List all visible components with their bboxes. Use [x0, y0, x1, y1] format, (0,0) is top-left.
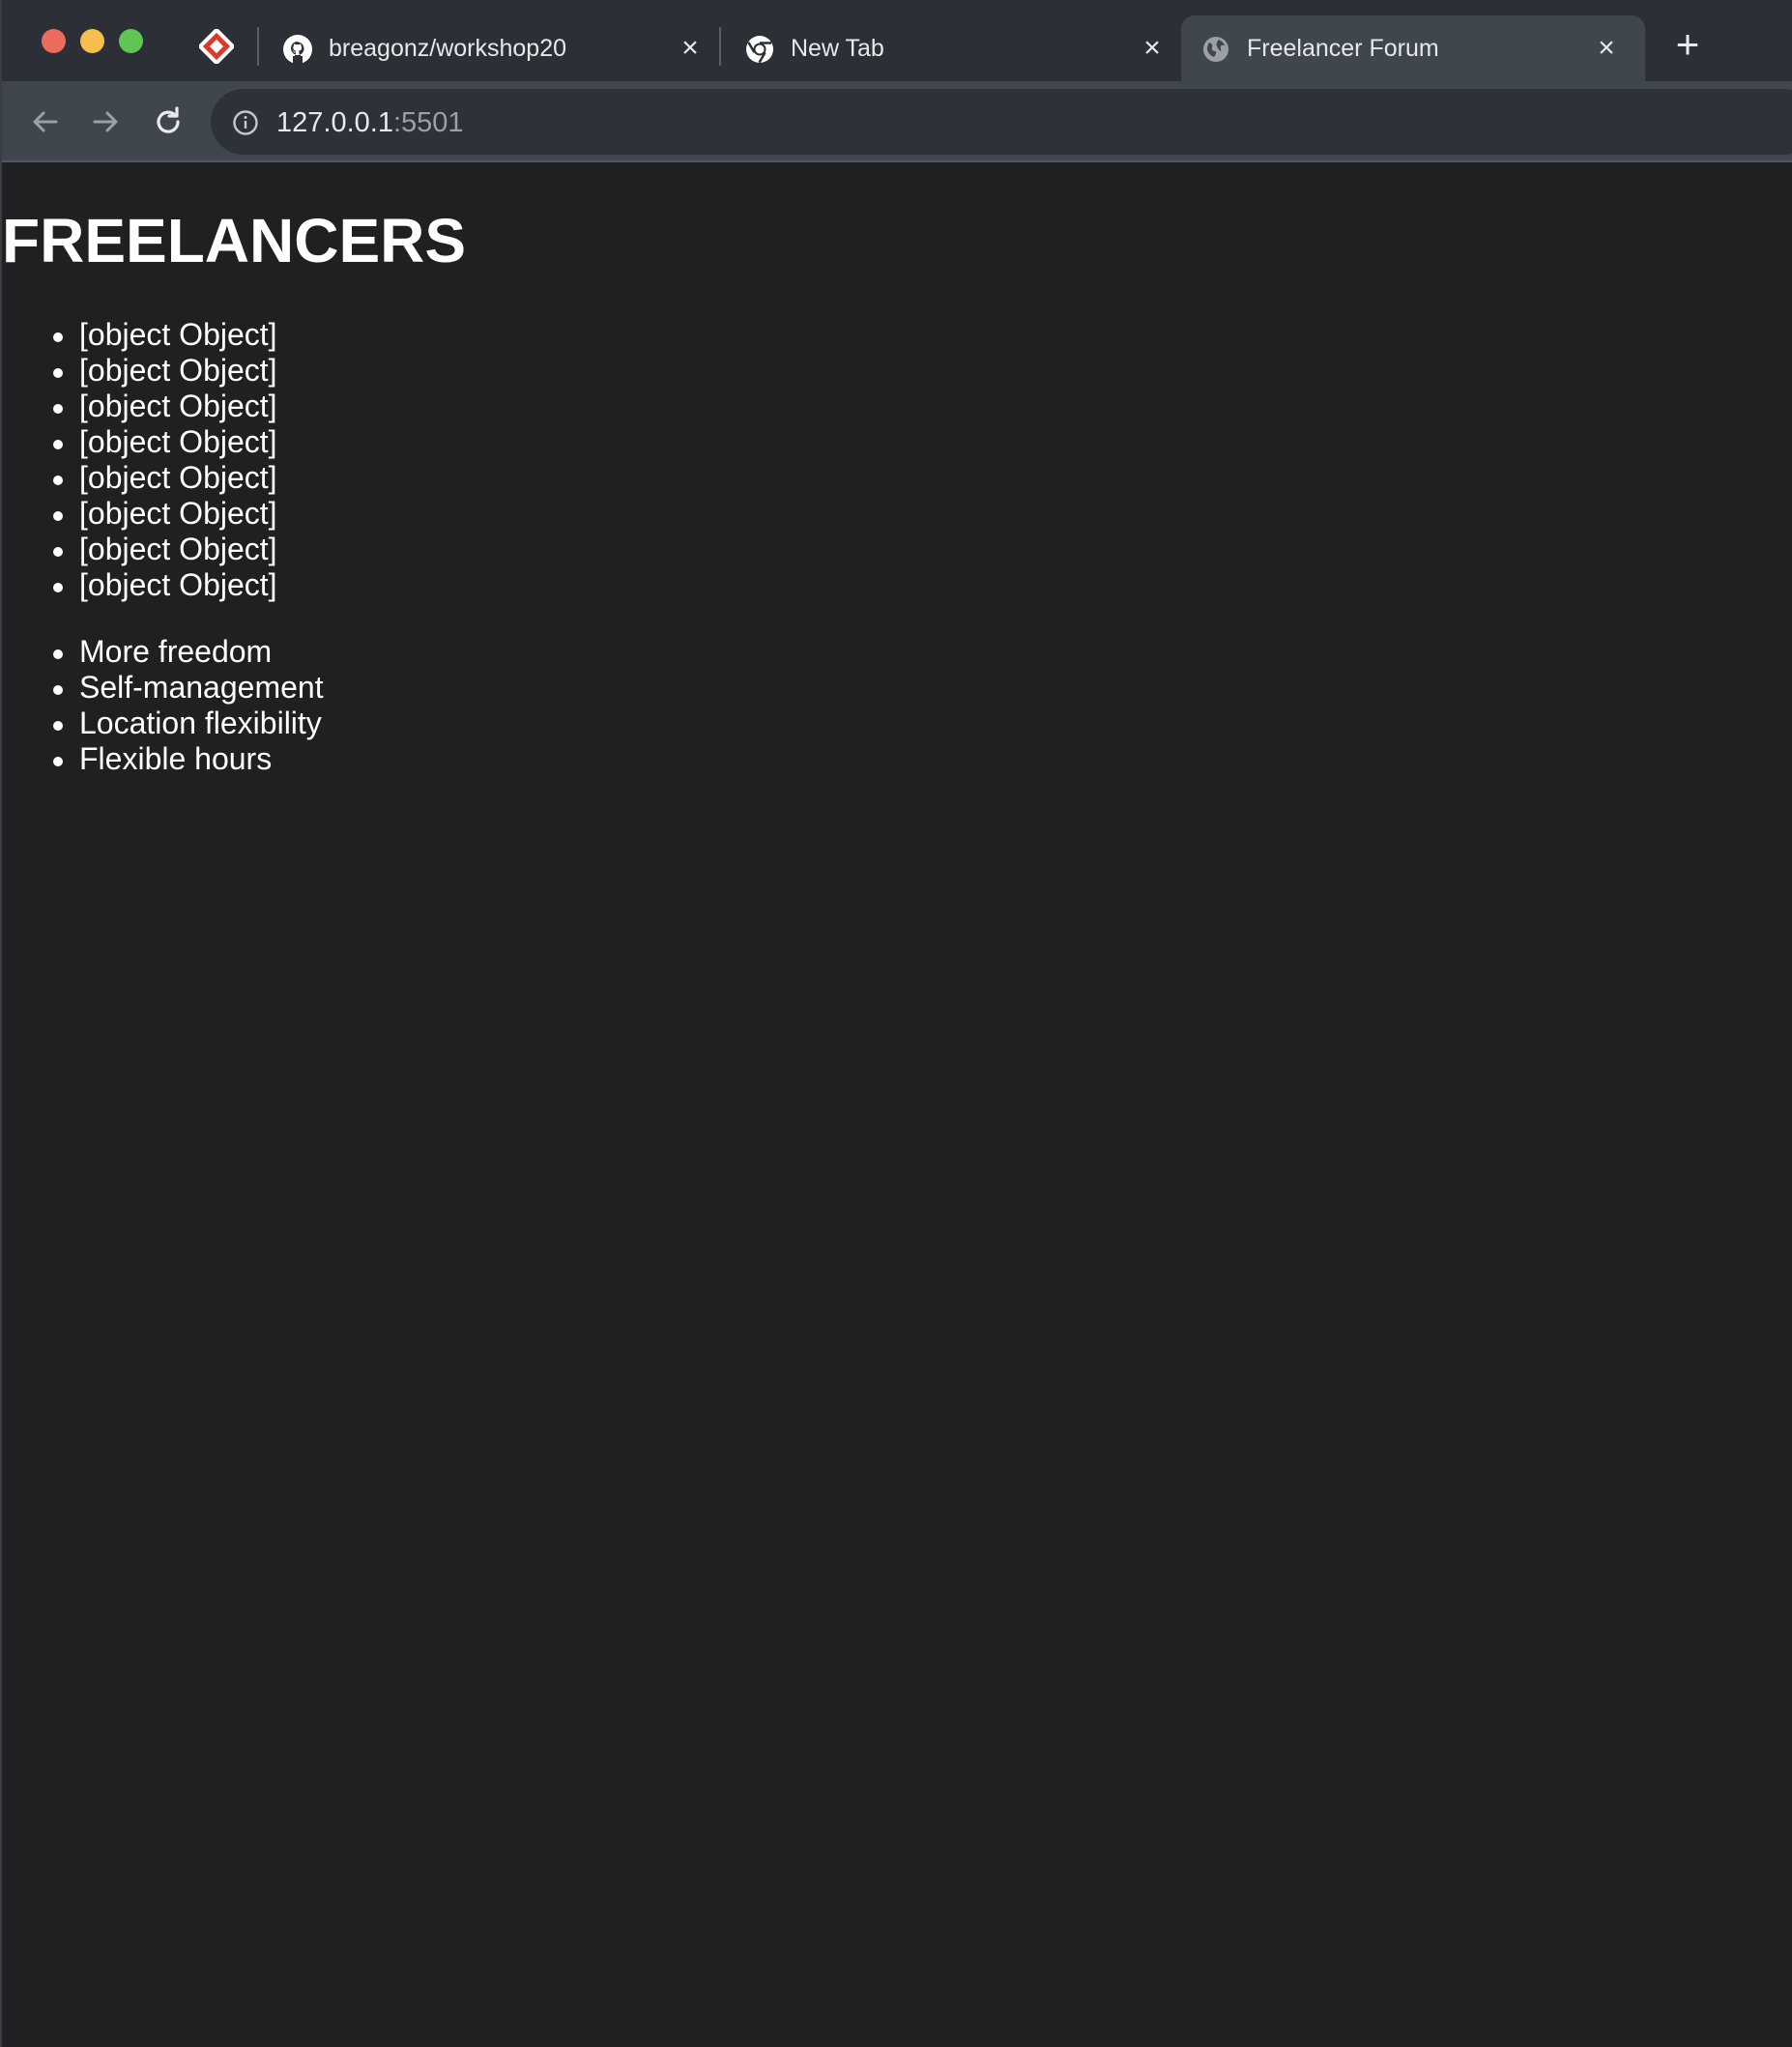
benefits-list: More freedom Self-management Location fl…: [50, 634, 324, 777]
list-item: [object Object]: [50, 424, 277, 460]
new-tab-button[interactable]: +: [1670, 24, 1705, 65]
tab-title: Freelancer Forum: [1247, 35, 1439, 62]
url-text[interactable]: 127.0.0.1:5501: [276, 106, 464, 139]
address-bar[interactable]: 127.0.0.1:5501: [211, 89, 1792, 155]
tab-divider: [257, 27, 259, 66]
browser-window: breagonz/workshop20 × New Tab × Freelanc…: [0, 0, 1792, 2047]
list-item: Flexible hours: [50, 741, 324, 777]
forward-arrow-icon[interactable]: [87, 102, 126, 141]
minimize-window-button[interactable]: [80, 29, 104, 53]
close-window-button[interactable]: [42, 29, 66, 53]
list-item: More freedom: [50, 634, 324, 670]
tab-github[interactable]: breagonz/workshop20 ×: [263, 15, 717, 81]
close-tab-icon[interactable]: ×: [1139, 34, 1166, 63]
pinned-tab-app-icon[interactable]: [197, 27, 236, 66]
app-logo-icon: [197, 27, 236, 66]
globe-icon: [1203, 37, 1228, 62]
chrome-icon: [746, 36, 773, 64]
maximize-window-button[interactable]: [119, 29, 143, 53]
site-info-icon[interactable]: [232, 109, 259, 136]
url-port: :5501: [392, 107, 464, 138]
tab-new-tab[interactable]: New Tab ×: [725, 15, 1179, 81]
tab-freelancer-forum[interactable]: Freelancer Forum ×: [1181, 15, 1645, 81]
reload-icon[interactable]: [149, 102, 188, 141]
page-title: FREELANCERS: [2, 206, 467, 275]
close-tab-icon[interactable]: ×: [677, 34, 704, 63]
list-item: Location flexibility: [50, 706, 324, 741]
tab-divider: [719, 27, 721, 66]
close-tab-icon[interactable]: ×: [1593, 34, 1620, 63]
list-item: Self-management: [50, 670, 324, 706]
back-arrow-icon[interactable]: [25, 102, 64, 141]
github-icon: [283, 35, 312, 64]
list-item: [object Object]: [50, 496, 277, 532]
browser-toolbar: 127.0.0.1:5501: [2, 81, 1792, 162]
list-item: [object Object]: [50, 353, 277, 389]
page-content: FREELANCERS [object Object] [object Obje…: [2, 164, 1792, 2047]
list-item: [object Object]: [50, 567, 277, 603]
tab-title: breagonz/workshop20: [329, 35, 566, 62]
url-host: 127.0.0.1: [276, 107, 393, 138]
list-item: [object Object]: [50, 460, 277, 496]
tab-strip: breagonz/workshop20 × New Tab × Freelanc…: [2, 0, 1792, 81]
tab-title: New Tab: [791, 35, 884, 62]
list-item: [object Object]: [50, 389, 277, 424]
freelancer-list: [object Object] [object Object] [object …: [50, 317, 277, 603]
list-item: [object Object]: [50, 317, 277, 353]
list-item: [object Object]: [50, 532, 277, 567]
